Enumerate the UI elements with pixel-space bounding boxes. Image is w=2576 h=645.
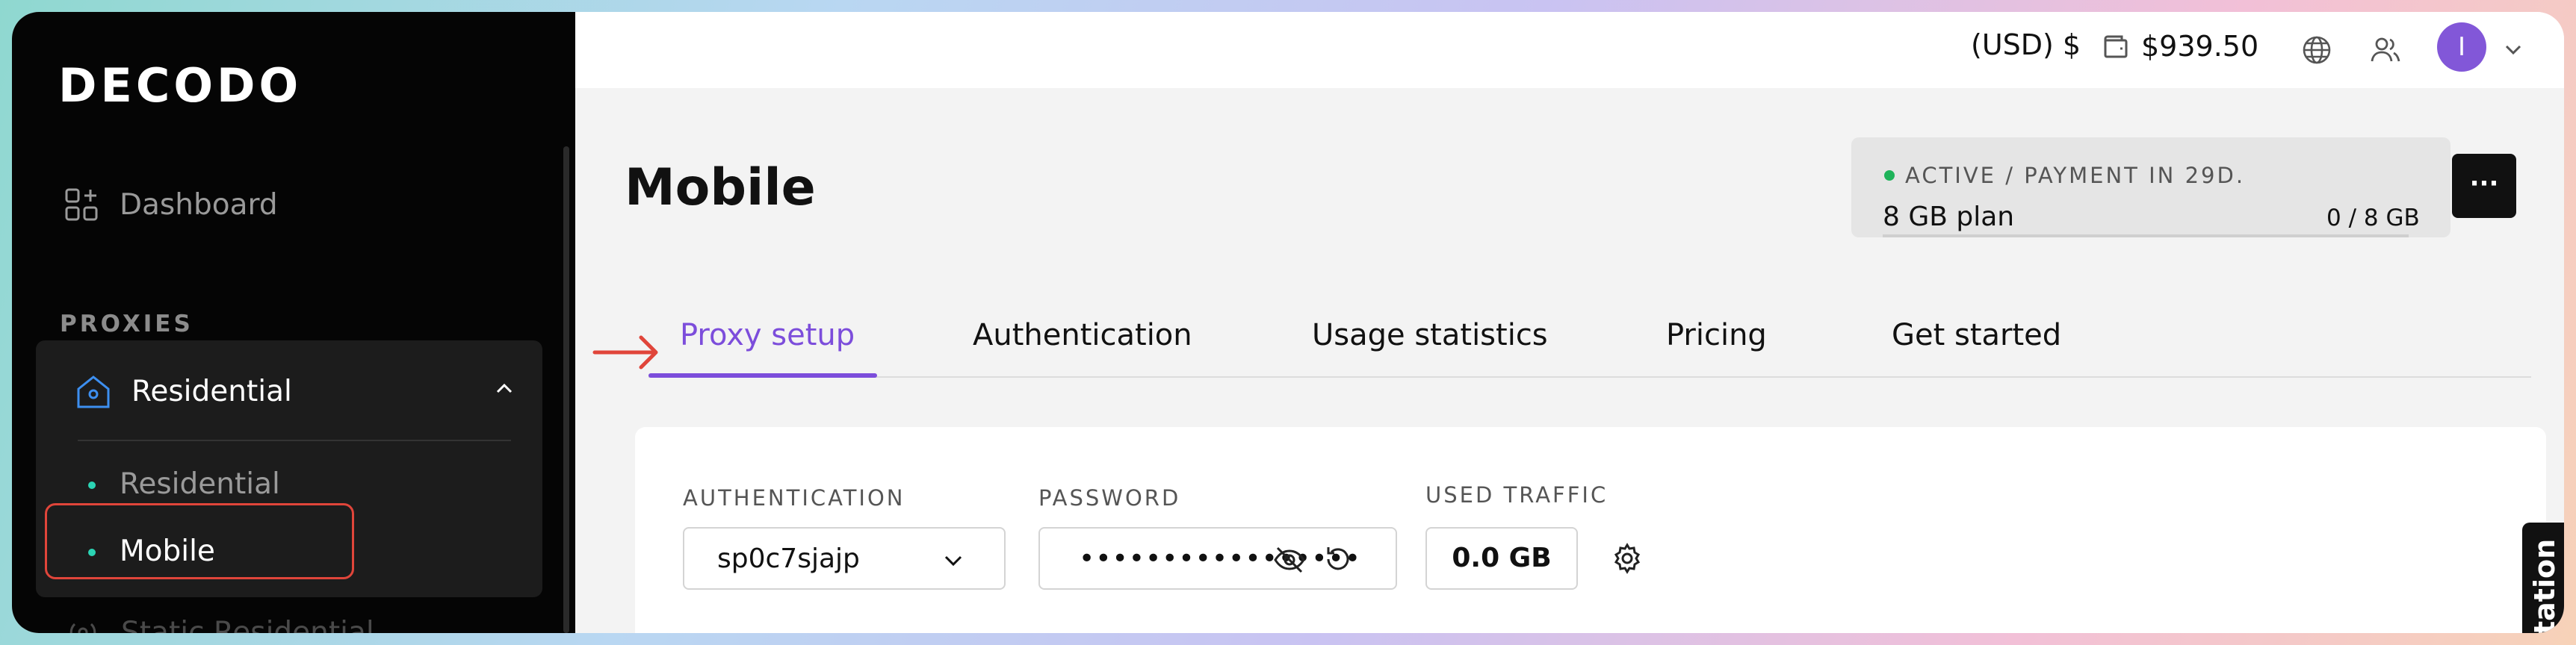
section-label-proxies: PROXIES (60, 311, 193, 337)
bullet-dot (88, 482, 96, 489)
plan-status-text: ACTIVE / PAYMENT IN 29D. (1905, 163, 2246, 188)
plan-usage: 0 / 8 GB (2326, 205, 2420, 231)
sidebar-item-label: Residential (120, 467, 280, 501)
documentation-tab-label: tation (2528, 538, 2561, 633)
balance-value: $939.50 (2141, 30, 2259, 63)
documentation-side-tab[interactable]: tation (2522, 523, 2564, 633)
chevron-up-icon (496, 383, 513, 393)
plan-usage-bar (1883, 234, 2409, 237)
chevron-down-icon[interactable] (2503, 39, 2524, 60)
password-field[interactable]: ••••••••••••••••• (1038, 527, 1397, 590)
proxy-setup-panel: AUTHENTICATION sp0c7sjajp PASSWORD •••••… (635, 427, 2546, 633)
page-title: Mobile (625, 158, 816, 217)
sidebar-item-dashboard[interactable]: Dashboard (64, 176, 278, 233)
chevron-down-icon (944, 555, 962, 567)
plan-name: 8 GB plan (1883, 202, 2015, 232)
sidebar-item-residential-header[interactable]: Residential (36, 340, 542, 427)
static-residential-icon (69, 623, 96, 633)
tab-get-started[interactable]: Get started (1892, 318, 2061, 352)
tab-usage-statistics[interactable]: Usage statistics (1312, 318, 1548, 352)
sidebar: DECODO Dashboard PROXIES Residential Res… (12, 12, 575, 633)
app-window: DECODO Dashboard PROXIES Residential Res… (12, 12, 2564, 633)
active-tab-indicator (648, 373, 877, 378)
tab-authentication[interactable]: Authentication (973, 318, 1192, 352)
used-traffic-value: 0.0 GB (1425, 527, 1578, 590)
password-value: ••••••••••••••••• (1079, 543, 1361, 574)
status-dot (1884, 170, 1895, 181)
wallet-icon (2104, 35, 2128, 58)
highlight-box-mobile (45, 503, 354, 579)
divider (78, 440, 511, 441)
authentication-select[interactable]: sp0c7sjajp (683, 527, 1006, 590)
top-bar: (USD) $ $939.50 I (575, 12, 2564, 88)
password-label: PASSWORD (1038, 485, 1181, 511)
sidebar-item-label: Dashboard (120, 187, 278, 222)
home-icon (77, 376, 110, 408)
sidebar-item-label: Static Residential (121, 615, 374, 634)
refresh-icon[interactable] (1322, 543, 1354, 575)
used-traffic-label: USED TRAFFIC (1425, 482, 1609, 508)
authentication-value: sp0c7sjajp (717, 543, 860, 574)
sidebar-item-static-residential[interactable]: Static Residential (64, 614, 374, 633)
tab-pricing[interactable]: Pricing (1666, 318, 1767, 352)
sidebar-scrollbar[interactable] (563, 146, 569, 633)
decodo-logo[interactable]: DECODO (58, 54, 302, 116)
more-options-button[interactable]: ··· (2452, 154, 2516, 218)
avatar[interactable]: I (2437, 22, 2486, 72)
logo-text: DECODO (58, 57, 303, 113)
tab-bar-divider (648, 376, 2531, 378)
currency-selector[interactable]: (USD) $ (1971, 28, 2081, 61)
globe-icon[interactable] (2301, 34, 2332, 66)
tab-proxy-setup[interactable]: Proxy setup (680, 318, 855, 352)
dashboard-icon (65, 188, 98, 221)
tab-bar: Proxy setup Authentication Usage statist… (648, 300, 2531, 378)
authentication-label: AUTHENTICATION (683, 485, 905, 511)
gear-icon[interactable] (1611, 542, 1644, 575)
plan-status-card[interactable]: ACTIVE / PAYMENT IN 29D. 8 GB plan 0 / 8… (1851, 137, 2450, 237)
users-icon[interactable] (2368, 33, 2403, 67)
wallet-balance[interactable]: $939.50 (2101, 30, 2258, 63)
eye-off-icon[interactable] (1273, 545, 1306, 575)
sidebar-item-label: Residential (131, 375, 292, 408)
